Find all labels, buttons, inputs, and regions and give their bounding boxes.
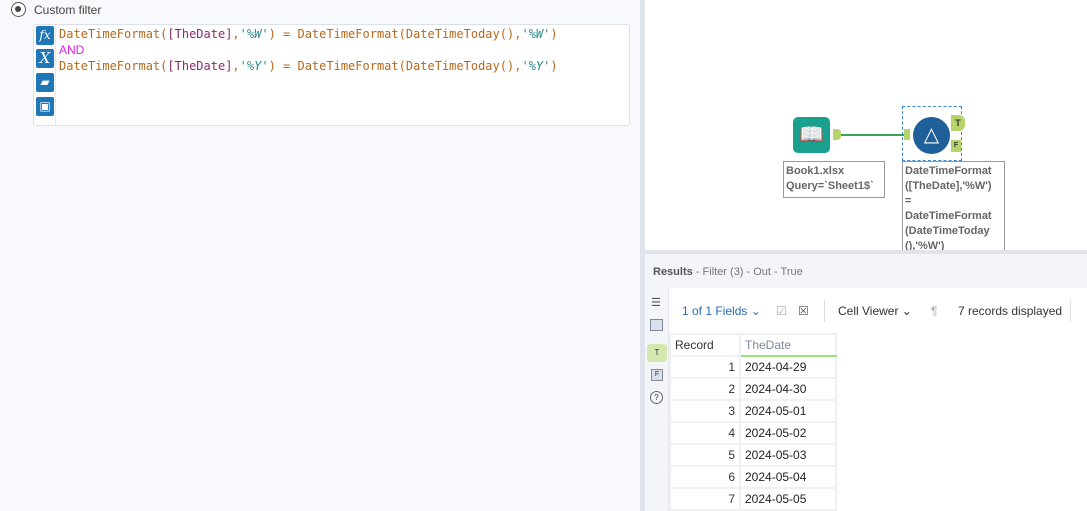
code-token: ) xyxy=(550,59,558,73)
record-cell: 7 xyxy=(669,487,741,511)
code-token: ) = xyxy=(268,59,298,73)
results-header: Results - Filter (3) - Out - True xyxy=(645,250,1087,288)
results-table: Record TheDate 1 2024-04-29 2 2024-04-30 3 202… xyxy=(669,333,837,511)
records-count: 7 records displayed xyxy=(958,304,1063,318)
code-token: [TheDate] xyxy=(167,27,233,41)
thedate-cell[interactable]: 2024-05-04 xyxy=(739,465,837,489)
column-header-thedate[interactable]: TheDate xyxy=(739,333,837,357)
help-icon[interactable]: ? xyxy=(650,391,663,404)
code-token: ) = xyxy=(268,27,298,41)
function-icon[interactable]: fx xyxy=(36,26,54,45)
table-row[interactable]: 4 2024-05-02 xyxy=(669,421,837,445)
thedate-cell[interactable]: 2024-05-02 xyxy=(739,421,837,445)
expression-line: DateTimeFormat([TheDate],'%Y') = DateTim… xyxy=(59,58,558,74)
results-sidebar: ☰ T F ? xyxy=(645,288,669,511)
code-token: '%Y' xyxy=(239,59,269,73)
thedate-cell[interactable]: 2024-04-30 xyxy=(739,377,837,401)
table-row[interactable]: 3 2024-05-01 xyxy=(669,399,837,423)
deselect-icon[interactable]: ☒ xyxy=(798,304,809,318)
results-subtitle: - Filter (3) - Out - True xyxy=(692,266,803,278)
configuration-panel: Custom filter fx X ▰ ▣ DateTimeFormat([T… xyxy=(0,0,640,511)
cell-viewer-dropdown[interactable]: Cell Viewer ⌄ xyxy=(838,304,912,318)
code-token: '%W' xyxy=(521,27,551,41)
record-cell: 3 xyxy=(669,399,741,423)
list-icon[interactable]: ☰ xyxy=(651,296,661,309)
save-icon[interactable]: ▣ xyxy=(36,97,54,116)
input-annotation: Book1.xlsx Query=`Sheet1$` xyxy=(783,161,885,198)
custom-filter-label: Custom filter xyxy=(34,3,102,17)
variable-icon[interactable]: X xyxy=(36,49,54,68)
thedate-cell[interactable]: 2024-05-01 xyxy=(739,399,837,423)
true-output-icon[interactable]: T xyxy=(647,344,667,362)
code-token: [TheDate] xyxy=(167,59,233,73)
table-row[interactable]: 2 2024-04-30 xyxy=(669,377,837,401)
results-toolbar: 1 of 1 Fields ⌄ ☑ ☒ Cell Viewer ⌄ ¶ 7 re… xyxy=(670,290,1087,330)
table-row[interactable]: 7 2024-05-05 xyxy=(669,487,837,511)
record-cell: 1 xyxy=(669,355,741,379)
expression-line: AND xyxy=(59,42,84,58)
table-row[interactable]: 6 2024-05-04 xyxy=(669,465,837,489)
input-data-tool[interactable]: 📖 xyxy=(793,117,830,153)
record-cell: 6 xyxy=(669,465,741,489)
connection-line xyxy=(841,134,904,136)
code-token: '%W' xyxy=(239,27,269,41)
expression-line: DateTimeFormat([TheDate],'%W') = DateTim… xyxy=(59,26,558,42)
filter-tool[interactable]: △ xyxy=(913,117,950,154)
input-anchor-icon[interactable] xyxy=(650,319,663,331)
code-token: '%Y' xyxy=(521,59,551,73)
table-row[interactable]: 1 2024-04-29 xyxy=(669,355,837,379)
fields-dropdown[interactable]: 1 of 1 Fields ⌄ xyxy=(682,304,761,318)
code-token: ) xyxy=(550,27,558,41)
code-token: DateTimeFormat xyxy=(59,59,161,73)
pilcrow-icon[interactable]: ¶ xyxy=(931,304,937,318)
code-token: , xyxy=(232,27,240,41)
code-token: AND xyxy=(59,43,85,57)
results-title: Results xyxy=(653,266,693,278)
filter-annotation: DateTimeFormat ([TheDate],'%W') = DateTi… xyxy=(902,161,1005,253)
open-folder-icon[interactable]: ▰ xyxy=(36,73,54,92)
true-anchor[interactable]: T xyxy=(951,115,965,131)
workflow-canvas[interactable]: 📖 △ T F Book1.xlsx Query=`Sheet1$` DateT… xyxy=(645,0,1087,253)
false-anchor[interactable]: F xyxy=(951,140,961,152)
table-row[interactable]: 5 2024-05-03 xyxy=(669,443,837,467)
record-cell: 2 xyxy=(669,377,741,401)
toolbar-divider xyxy=(824,300,825,322)
false-output-icon[interactable]: F xyxy=(651,369,663,381)
thedate-cell[interactable]: 2024-04-29 xyxy=(739,355,837,379)
toolbar-divider xyxy=(1070,300,1071,322)
expression-editor[interactable]: fx X ▰ ▣ DateTimeFormat([TheDate],'%W') … xyxy=(33,24,630,126)
thedate-cell[interactable]: 2024-05-03 xyxy=(739,443,837,467)
column-header-record[interactable]: Record xyxy=(669,333,741,357)
select-all-icon[interactable]: ☑ xyxy=(776,304,787,318)
code-token: DateTimeFormat(DateTimeToday(), xyxy=(297,27,522,41)
record-cell: 4 xyxy=(669,421,741,445)
code-token: , xyxy=(232,59,240,73)
record-cell: 5 xyxy=(669,443,741,467)
code-token: DateTimeFormat(DateTimeToday(), xyxy=(297,59,522,73)
thedate-cell[interactable]: 2024-05-05 xyxy=(739,487,837,511)
code-token: DateTimeFormat xyxy=(59,27,161,41)
output-anchor[interactable] xyxy=(833,129,841,140)
custom-filter-radio[interactable] xyxy=(11,2,26,17)
